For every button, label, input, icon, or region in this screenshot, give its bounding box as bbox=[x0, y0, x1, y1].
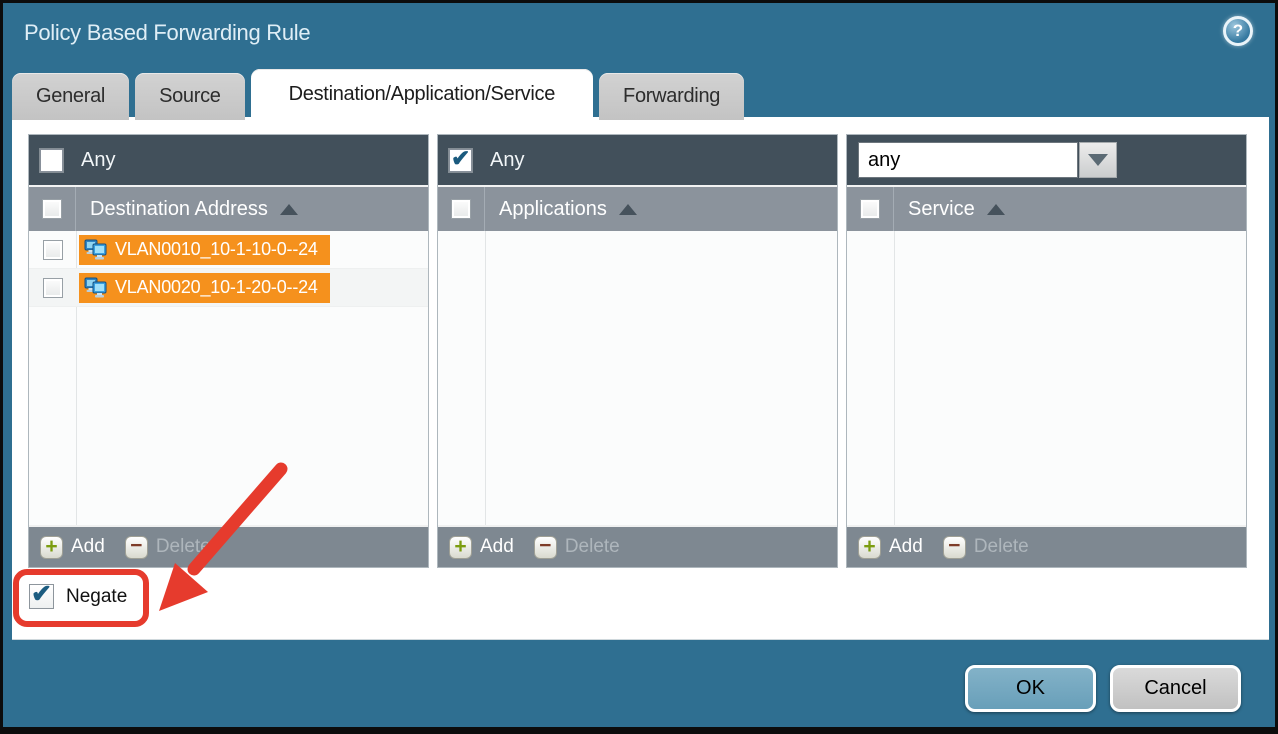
negate-label: Negate bbox=[66, 586, 127, 608]
add-button[interactable]: + Add bbox=[858, 536, 923, 559]
delete-button[interactable]: − Delete bbox=[125, 536, 211, 559]
service-dropdown-button[interactable] bbox=[1079, 142, 1117, 178]
service-dropdown[interactable]: any bbox=[858, 142, 1117, 178]
negate-control: Negate bbox=[29, 584, 127, 609]
address-object-chip[interactable]: VLAN0020_10-1-20-0--24 bbox=[79, 273, 330, 303]
help-icon[interactable]: ? bbox=[1223, 16, 1253, 46]
add-button[interactable]: + Add bbox=[449, 536, 514, 559]
dialog-title: Policy Based Forwarding Rule bbox=[24, 20, 310, 46]
delete-icon: − bbox=[125, 536, 148, 559]
negate-checkbox[interactable] bbox=[29, 584, 54, 609]
destination-any-label: Any bbox=[81, 149, 115, 172]
service-header: Service bbox=[847, 185, 1246, 231]
tab-bar: General Source Destination/Application/S… bbox=[12, 69, 744, 120]
row-checkbox[interactable] bbox=[43, 278, 63, 298]
applications-header-label[interactable]: Applications bbox=[485, 198, 637, 221]
policy-based-forwarding-dialog: Policy Based Forwarding Rule ? General S… bbox=[0, 0, 1278, 734]
service-list bbox=[847, 231, 1246, 525]
delete-icon: − bbox=[943, 536, 966, 559]
service-footer: + Add − Delete bbox=[847, 525, 1246, 567]
destination-footer: + Add − Delete bbox=[29, 525, 428, 567]
row-checkbox[interactable] bbox=[43, 240, 63, 260]
destination-selectall-checkbox[interactable] bbox=[42, 199, 62, 219]
applications-selectall-checkbox[interactable] bbox=[451, 199, 471, 219]
sort-asc-icon bbox=[987, 204, 1005, 215]
tab-forwarding[interactable]: Forwarding bbox=[599, 73, 744, 120]
chevron-down-icon bbox=[1088, 154, 1108, 166]
destination-any-checkbox[interactable] bbox=[40, 149, 63, 172]
tab-destination-application-service[interactable]: Destination/Application/Service bbox=[251, 69, 593, 120]
add-button[interactable]: + Add bbox=[40, 536, 105, 559]
checkbox-column-divider bbox=[485, 231, 486, 525]
network-icon bbox=[84, 277, 108, 299]
applications-any-bar: Any bbox=[438, 135, 837, 185]
tab-content-panel: Any Destination Address bbox=[12, 117, 1269, 640]
service-select-bar: any bbox=[847, 135, 1246, 185]
service-selectall-checkbox[interactable] bbox=[860, 199, 880, 219]
network-icon bbox=[84, 239, 108, 261]
destination-any-bar: Any bbox=[29, 135, 428, 185]
address-object-name: VLAN0020_10-1-20-0--24 bbox=[115, 277, 318, 298]
destination-address-column: Any Destination Address bbox=[28, 134, 429, 568]
delete-button[interactable]: − Delete bbox=[943, 536, 1029, 559]
destination-header-label[interactable]: Destination Address bbox=[76, 198, 298, 221]
applications-any-checkbox[interactable] bbox=[449, 149, 472, 172]
sort-asc-icon bbox=[619, 204, 637, 215]
applications-header: Applications bbox=[438, 185, 837, 231]
cancel-button[interactable]: Cancel bbox=[1110, 665, 1241, 712]
applications-column: Any Applications + Add bbox=[437, 134, 838, 568]
ok-button[interactable]: OK bbox=[965, 665, 1096, 712]
service-column: any Service bbox=[846, 134, 1247, 568]
add-icon: + bbox=[858, 536, 881, 559]
tab-general[interactable]: General bbox=[12, 73, 129, 120]
service-header-label[interactable]: Service bbox=[894, 198, 1005, 221]
service-dropdown-value[interactable]: any bbox=[858, 142, 1078, 178]
sort-asc-icon bbox=[280, 204, 298, 215]
delete-icon: − bbox=[534, 536, 557, 559]
applications-footer: + Add − Delete bbox=[438, 525, 837, 567]
applications-list bbox=[438, 231, 837, 525]
checkbox-column-divider bbox=[894, 231, 895, 525]
destination-address-header: Destination Address bbox=[29, 185, 428, 231]
table-row[interactable]: VLAN0010_10-1-10-0--24 bbox=[29, 231, 428, 269]
destination-address-list: VLAN0010_10-1-10-0--24 bbox=[29, 231, 428, 525]
table-row[interactable]: VLAN0020_10-1-20-0--24 bbox=[29, 269, 428, 307]
address-object-chip[interactable]: VLAN0010_10-1-10-0--24 bbox=[79, 235, 330, 265]
address-object-name: VLAN0010_10-1-10-0--24 bbox=[115, 239, 318, 260]
applications-any-label: Any bbox=[490, 149, 524, 172]
add-icon: + bbox=[449, 536, 472, 559]
columns-container: Any Destination Address bbox=[28, 134, 1247, 568]
tab-source[interactable]: Source bbox=[135, 73, 245, 120]
add-icon: + bbox=[40, 536, 63, 559]
delete-button[interactable]: − Delete bbox=[534, 536, 620, 559]
